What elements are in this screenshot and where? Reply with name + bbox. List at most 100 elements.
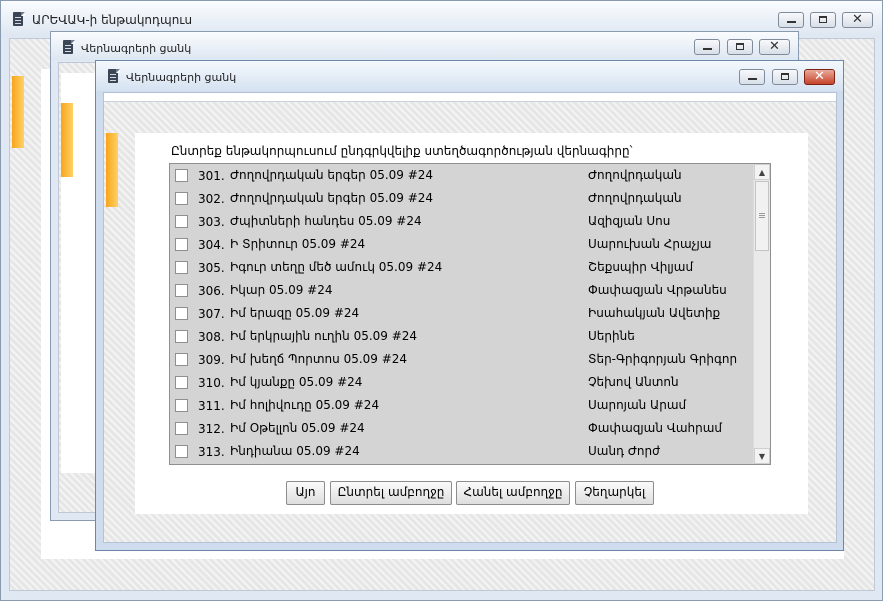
list-item[interactable]: 302. Ժողովրդական երգեր 05.09 #24 Ժողովրդակ… xyxy=(170,188,754,211)
main-window-title: ԱՐԵՎԱԿ-ի ենթակոդպուս xyxy=(32,13,193,27)
list-item[interactable]: 313. Ինդիանա 05.09 #24 Սանդ Ժորժ xyxy=(170,441,754,464)
minimize-icon xyxy=(748,78,757,80)
document-icon xyxy=(63,40,75,55)
row-author: Ժողովրդական xyxy=(588,168,682,182)
close-button[interactable]: ✕ xyxy=(759,39,790,55)
close-icon: ✕ xyxy=(814,69,825,84)
row-title: Ինդիանա 05.09 #24 xyxy=(230,444,360,458)
row-checkbox[interactable] xyxy=(175,261,188,274)
select-all-button[interactable]: Ընտրել ամբողջը xyxy=(330,481,452,505)
row-checkbox[interactable] xyxy=(175,422,188,435)
row-number: 313. xyxy=(198,445,225,459)
main-accent-tab xyxy=(12,76,24,148)
row-title: Իմ երազը 05.09 #24 xyxy=(230,306,360,320)
list-item[interactable]: 312. Իմ Օթելլոն 05.09 #24 Փափազյան Վահրամ xyxy=(170,418,754,441)
scroll-down-arrow-icon[interactable]: ▼ xyxy=(754,448,770,464)
list-item[interactable]: 303. Ժպիտների հանդես 05.09 #24 Ազիզյան Սոս xyxy=(170,211,754,234)
row-number: 308. xyxy=(198,330,225,344)
list-item[interactable]: 304. Ի Տրիտուր 05.09 #24 Սարուխան Հրաչյա xyxy=(170,234,754,257)
row-author: Փափազյան Վրթանես xyxy=(588,283,727,297)
row-title: Իմ խեղճ Պորտոս 05.09 #24 xyxy=(230,352,408,366)
row-number: 311. xyxy=(198,399,225,413)
cancel-button[interactable]: Չեղարկել xyxy=(575,481,654,505)
row-checkbox[interactable] xyxy=(175,238,188,251)
row-number: 312. xyxy=(198,422,225,436)
minimize-icon xyxy=(787,21,796,23)
dialog-title: Վերնագրերի ցանկ xyxy=(126,71,237,84)
middle-window-title: Վերնագրերի ցանկ xyxy=(81,42,192,55)
minimize-button[interactable] xyxy=(739,69,765,85)
list-item[interactable]: 307. Իմ երազը 05.09 #24 Իսահակյան Ավետիք xyxy=(170,303,754,326)
deselect-all-button[interactable]: Հանել ամբողջը xyxy=(456,481,570,505)
close-icon: ✕ xyxy=(852,12,863,27)
row-number: 310. xyxy=(198,376,225,390)
close-button[interactable]: ✕ xyxy=(804,69,835,85)
close-icon: ✕ xyxy=(769,39,780,54)
minimize-button[interactable] xyxy=(778,12,804,28)
document-icon xyxy=(108,69,120,84)
row-checkbox[interactable] xyxy=(175,399,188,412)
vertical-scrollbar[interactable]: ▲ ▼ xyxy=(753,164,770,464)
maximize-icon xyxy=(781,73,789,80)
row-number: 303. xyxy=(198,215,225,229)
row-checkbox[interactable] xyxy=(175,376,188,389)
list-item[interactable]: 301. Ժողովրդական երգեր 05.09 #24 Ժողովրդակ… xyxy=(170,165,754,188)
row-checkbox[interactable] xyxy=(175,169,188,182)
maximize-button[interactable] xyxy=(810,12,836,28)
list-item[interactable]: 309. Իմ խեղճ Պորտոս 05.09 #24 Տեր-Գրիգորյա… xyxy=(170,349,754,372)
document-icon xyxy=(13,12,25,27)
list-item[interactable]: 308. Իմ երկրային ուղին 05.09 #24 Սերինե xyxy=(170,326,754,349)
row-title: Իմ կյանքը 05.09 #24 xyxy=(230,375,363,389)
ok-button[interactable]: Այո xyxy=(286,481,325,505)
middle-titlebar[interactable]: Վերնագրերի ցանկ ✕ xyxy=(51,32,798,60)
maximize-button[interactable] xyxy=(772,69,798,85)
row-checkbox[interactable] xyxy=(175,445,188,458)
maximize-icon xyxy=(819,16,827,23)
row-author: Ժողովրդական xyxy=(588,191,682,205)
scroll-thumb[interactable] xyxy=(755,181,769,251)
row-author: Իսահակյան Ավետիք xyxy=(588,306,721,320)
dialog-titlebar[interactable]: Վերնագրերի ցանկ ✕ xyxy=(96,61,843,91)
row-checkbox[interactable] xyxy=(175,284,188,297)
row-number: 302. xyxy=(198,192,225,206)
row-author: Շեքսպիր Վիլյամ xyxy=(588,260,694,274)
row-author: Չեխով Անտոն xyxy=(588,375,679,389)
row-author: Սարոյան Արամ xyxy=(588,398,687,412)
row-checkbox[interactable] xyxy=(175,307,188,320)
row-title: Ժողովրդական երգեր 05.09 #24 xyxy=(230,168,434,182)
scroll-up-arrow-icon[interactable]: ▲ xyxy=(754,164,770,180)
list-item[interactable]: 305. Իգուր տեղը մեծ ամուկ 05.09 #24 Շեքսպի… xyxy=(170,257,754,280)
row-author: Սանդ Ժորժ xyxy=(588,444,660,458)
row-number: 307. xyxy=(198,307,225,321)
list-item[interactable]: 310. Իմ կյանքը 05.09 #24 Չեխով Անտոն xyxy=(170,372,754,395)
row-number: 301. xyxy=(198,169,225,183)
row-number: 305. xyxy=(198,261,225,275)
row-author: Ազիզյան Սոս xyxy=(588,214,671,228)
row-title: Իմ հոլիվուդը 05.09 #24 xyxy=(230,398,380,412)
middle-accent-tab xyxy=(61,103,73,177)
row-title: Իկար 05.09 #24 xyxy=(230,283,333,297)
row-checkbox[interactable] xyxy=(175,215,188,228)
titles-list[interactable]: 301. Ժողովրդական երգեր 05.09 #24 Ժողովրդակ… xyxy=(169,163,771,465)
row-title: Իգուր տեղը մեծ ամուկ 05.09 #24 xyxy=(230,260,443,274)
row-number: 304. xyxy=(198,238,225,252)
maximize-icon xyxy=(736,43,744,50)
row-author: Տեր-Գրիգորյան Գրիգոր xyxy=(588,352,738,366)
prompt-label: Ընտրեք ենթակորպուսում ընդգրկվելիք ստեղծա… xyxy=(171,144,633,158)
row-number: 306. xyxy=(198,284,225,298)
list-item[interactable]: 306. Իկար 05.09 #24 Փափազյան Վրթանես xyxy=(170,280,754,303)
dialog-toolbar-strip xyxy=(104,93,836,102)
row-checkbox[interactable] xyxy=(175,192,188,205)
row-checkbox[interactable] xyxy=(175,330,188,343)
row-author: Սարուխան Հրաչյա xyxy=(588,237,712,251)
row-number: 309. xyxy=(198,353,225,367)
list-item[interactable]: 311. Իմ հոլիվուդը 05.09 #24 Սարոյան Արամ xyxy=(170,395,754,418)
maximize-button[interactable] xyxy=(727,39,753,55)
minimize-button[interactable] xyxy=(694,39,720,55)
close-button[interactable]: ✕ xyxy=(842,12,873,28)
dialog-accent-tab xyxy=(106,133,118,207)
row-title: Ժողովրդական երգեր 05.09 #24 xyxy=(230,191,434,205)
row-title: Իմ Օթելլոն 05.09 #24 xyxy=(230,421,365,435)
row-checkbox[interactable] xyxy=(175,353,188,366)
row-author: Սերինե xyxy=(588,329,635,343)
